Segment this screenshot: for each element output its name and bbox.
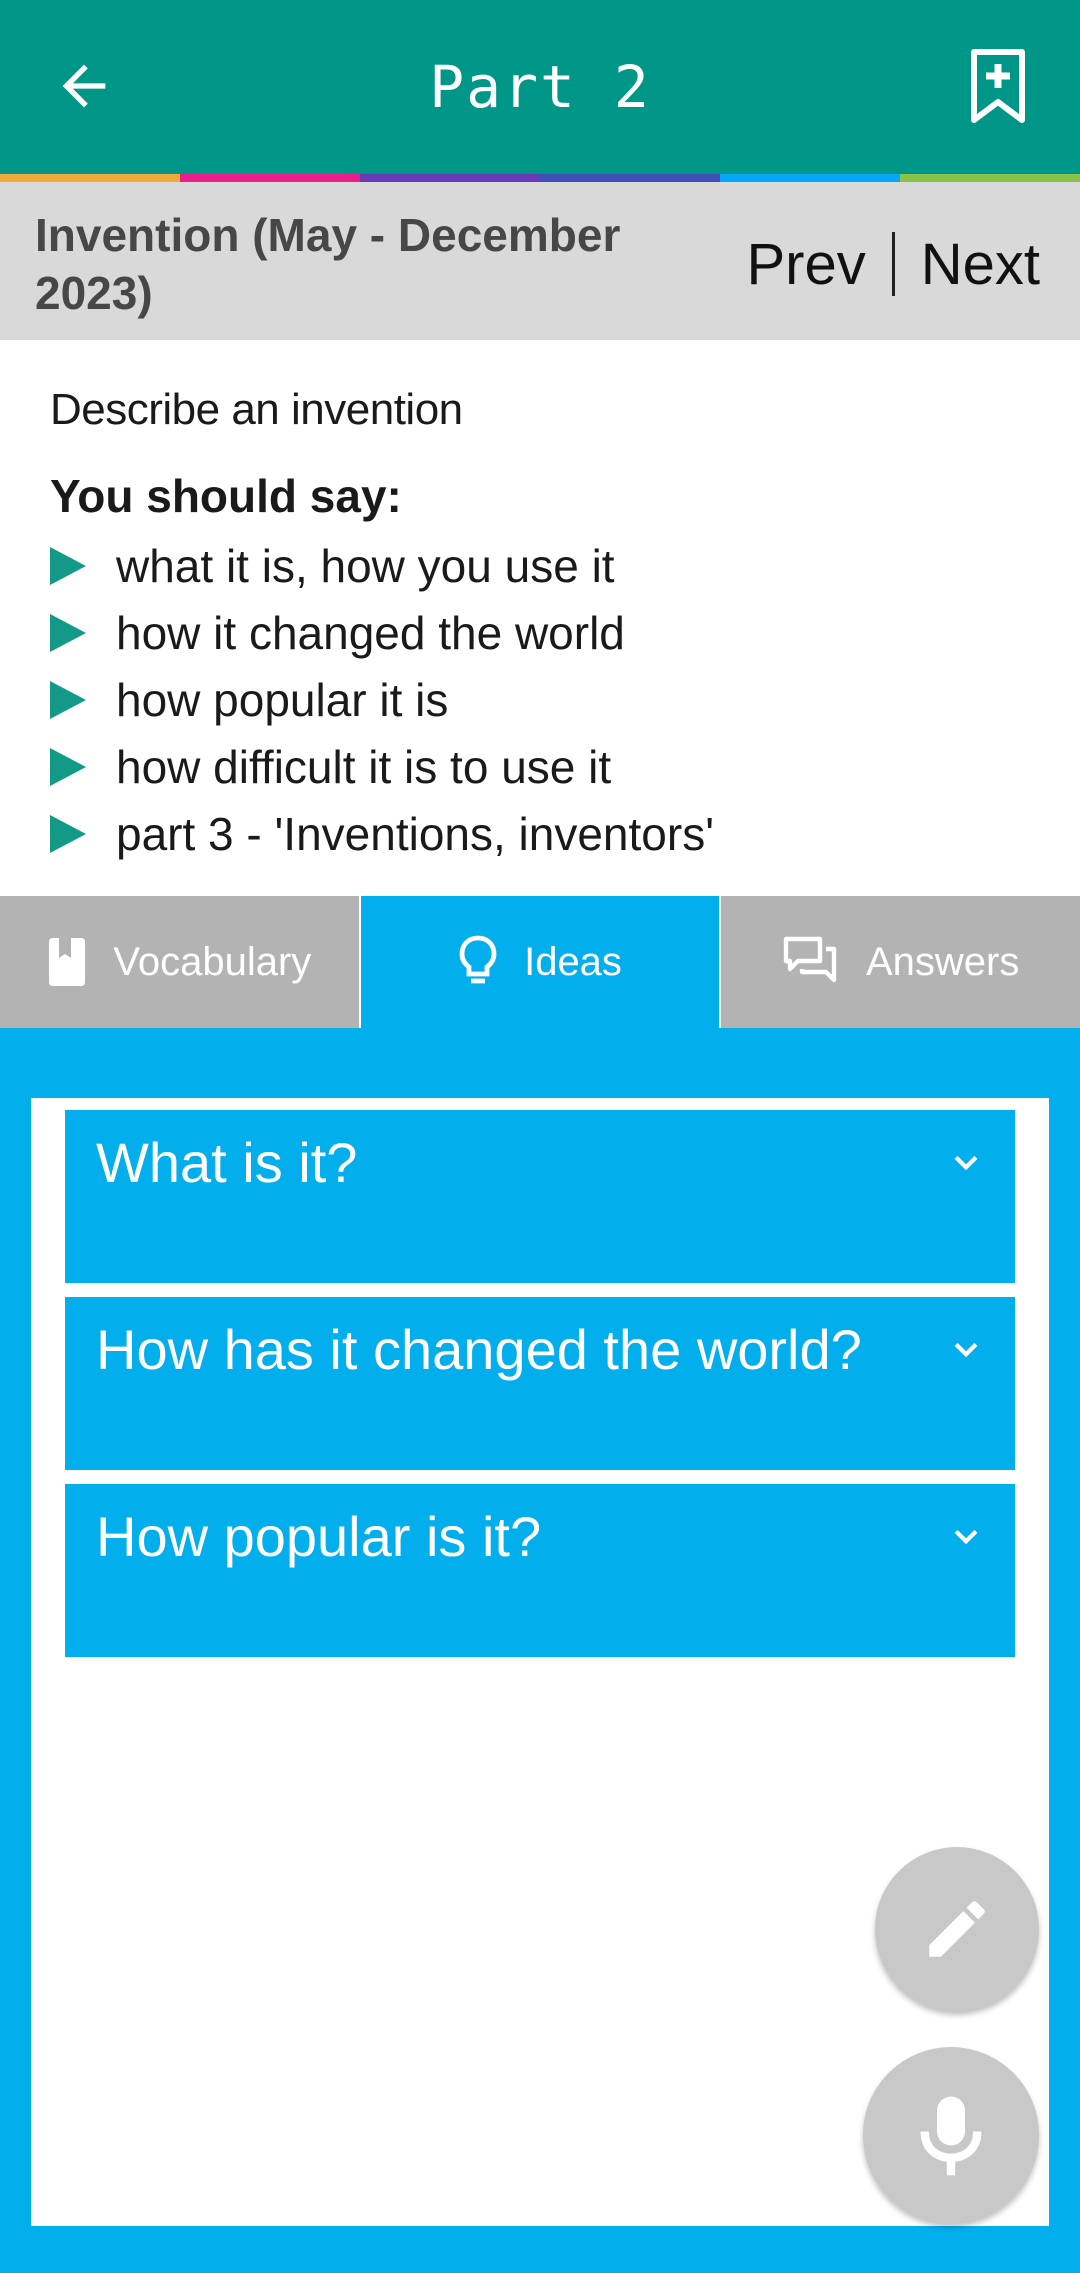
- page-title: Part 2: [429, 53, 651, 121]
- next-button[interactable]: Next: [921, 231, 1040, 298]
- back-button[interactable]: [48, 50, 120, 122]
- bullet-triangle-icon: [50, 814, 86, 853]
- chevron-down-icon: [954, 1342, 978, 1358]
- tab-label: Vocabulary: [113, 939, 312, 984]
- nav-divider: [891, 232, 895, 296]
- cue-point-text: what it is, how you use it: [116, 539, 615, 592]
- accordion-item[interactable]: What is it?: [65, 1110, 1015, 1283]
- bookmark-button[interactable]: [962, 46, 1034, 126]
- accordion-question: How has it changed the world?: [96, 1318, 862, 1381]
- accordion-item[interactable]: How has it changed the world?: [65, 1297, 1015, 1470]
- cue-point: how difficult it is to use it: [50, 733, 1050, 800]
- accordion-item[interactable]: How popular is it?: [65, 1484, 1015, 1657]
- topic-navigation: Prev Next: [746, 232, 1040, 297]
- cue-point-text: how it changed the world: [116, 606, 625, 659]
- edit-fab[interactable]: [875, 1847, 1039, 2011]
- chevron-down-icon: [954, 1155, 978, 1171]
- cue-card-intro: Describe an invention: [50, 385, 463, 434]
- cue-point-text: how popular it is: [116, 673, 449, 726]
- bullet-triangle-icon: [50, 680, 86, 719]
- cue-point: part 3 - 'Inventions, inventors': [50, 800, 1050, 867]
- tab-label: Answers: [865, 939, 1020, 984]
- topic-title: Invention (May - December 2023): [35, 209, 621, 319]
- cue-card: Describe an invention You should say: wh…: [50, 380, 1050, 867]
- stripe-pink: [180, 174, 360, 182]
- tab-label: Ideas: [524, 939, 622, 984]
- stripe-indigo: [540, 174, 720, 182]
- accent-stripe: [0, 174, 1080, 182]
- stripe-orange: [0, 174, 180, 182]
- stripe-lightblue: [720, 174, 900, 182]
- cue-point: what it is, how you use it: [50, 532, 1050, 599]
- tab-answers[interactable]: Answers: [719, 896, 1080, 1028]
- cue-point: how it changed the world: [50, 599, 1050, 666]
- stripe-green: [900, 174, 1080, 182]
- microphone-icon: [920, 2096, 982, 2176]
- book-icon: [47, 936, 87, 988]
- tab-ideas[interactable]: Ideas: [358, 896, 720, 1028]
- prev-button[interactable]: Prev: [746, 231, 865, 298]
- topic-bar: Invention (May - December 2023) Prev Nex…: [0, 182, 1080, 340]
- tab-vocabulary[interactable]: Vocabulary: [0, 896, 359, 1028]
- cue-card-points: what it is, how you use it how it change…: [50, 532, 1050, 867]
- bullet-triangle-icon: [50, 613, 86, 652]
- accordion-question: How popular is it?: [96, 1505, 542, 1568]
- cue-point-text: part 3 - 'Inventions, inventors': [116, 807, 714, 860]
- chat-bubbles-icon: [782, 935, 840, 989]
- section-tabs: Vocabulary Ideas Answers: [0, 896, 1080, 1028]
- chevron-down-icon: [954, 1529, 978, 1545]
- ideas-card: What is it? How has it changed the world…: [31, 1098, 1049, 2226]
- bullet-triangle-icon: [50, 546, 86, 585]
- arrow-left-icon: [62, 64, 106, 108]
- pencil-icon: [929, 1901, 985, 1957]
- bullet-triangle-icon: [50, 747, 86, 786]
- accordion-question: What is it?: [96, 1131, 358, 1194]
- app-bar: Part 2: [0, 0, 1080, 174]
- cue-point-text: how difficult it is to use it: [116, 740, 612, 793]
- lightbulb-icon: [458, 934, 498, 990]
- cue-card-heading: You should say:: [50, 470, 402, 522]
- stripe-purple: [360, 174, 540, 182]
- cue-point: how popular it is: [50, 666, 1050, 733]
- microphone-fab[interactable]: [863, 2047, 1039, 2223]
- bookmark-add-icon: [971, 49, 1025, 123]
